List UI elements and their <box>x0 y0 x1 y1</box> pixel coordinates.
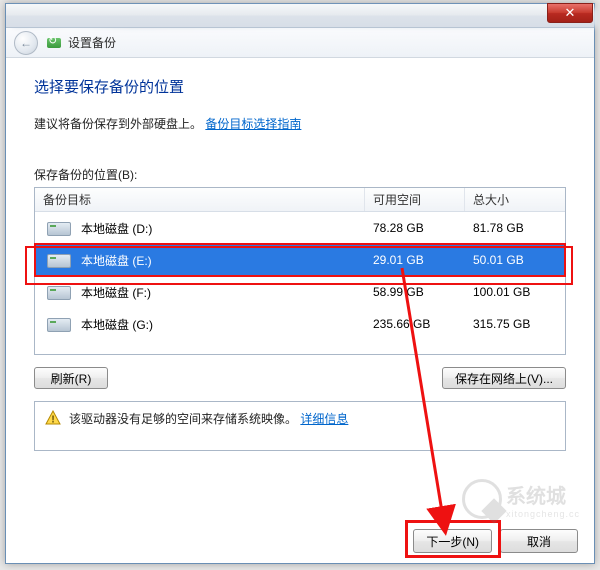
watermark-text: 系统城 <box>506 480 580 509</box>
warning-icon: ! <box>45 410 61 426</box>
drive-row[interactable]: 本地磁盘 (D:)78.28 GB81.78 GB <box>35 212 565 244</box>
drive-row[interactable]: 本地磁盘 (G:)235.66 GB315.75 GB <box>35 308 565 340</box>
col-header-total[interactable]: 总大小 <box>465 188 565 211</box>
content-area: 选择要保存备份的位置 建议将备份保存到外部硬盘上。 备份目标选择指南 保存备份的… <box>6 58 594 465</box>
watermark-logo-icon <box>462 479 502 519</box>
backup-icon <box>46 35 62 51</box>
titlebar: ✕ <box>6 4 594 28</box>
drive-icon <box>45 314 73 334</box>
page-title: 选择要保存备份的位置 <box>34 76 566 97</box>
close-button[interactable]: ✕ <box>547 3 593 23</box>
dialog-window: ✕ ← 设置备份 选择要保存备份的位置 建议将备份保存到外部硬盘上。 备份目标选… <box>5 3 595 564</box>
drive-name: 本地磁盘 (G:) <box>81 316 365 333</box>
warning-message: 该驱动器没有足够的空间来存储系统映像。 <box>69 412 297 426</box>
guide-link[interactable]: 备份目标选择指南 <box>205 117 301 131</box>
header-title: 设置备份 <box>68 34 116 51</box>
drive-icon <box>45 218 73 238</box>
drive-total: 81.78 GB <box>465 221 565 235</box>
location-label: 保存备份的位置(B): <box>34 166 566 183</box>
drive-row[interactable]: 本地磁盘 (E:)29.01 GB50.01 GB <box>35 244 565 276</box>
header-bar: ← 设置备份 <box>6 28 594 58</box>
drive-free: 235.66 GB <box>365 317 465 331</box>
drive-free: 29.01 GB <box>365 253 465 267</box>
drive-icon <box>45 282 73 302</box>
back-button[interactable]: ← <box>14 31 38 55</box>
instruction-text: 建议将备份保存到外部硬盘上。 备份目标选择指南 <box>34 115 566 132</box>
warning-box: ! 该驱动器没有足够的空间来存储系统映像。 详细信息 <box>34 401 566 451</box>
table-header: 备份目标 可用空间 总大小 <box>35 188 565 212</box>
details-link[interactable]: 详细信息 <box>300 412 348 426</box>
cancel-button[interactable]: 取消 <box>500 529 578 553</box>
next-button[interactable]: 下一步(N) <box>413 529 492 553</box>
save-network-button[interactable]: 保存在网络上(V)... <box>442 367 566 389</box>
drive-table: 备份目标 可用空间 总大小 本地磁盘 (D:)78.28 GB81.78 GB本… <box>34 187 566 355</box>
svg-text:!: ! <box>51 415 54 426</box>
drive-total: 50.01 GB <box>465 253 565 267</box>
drive-total: 315.75 GB <box>465 317 565 331</box>
drive-total: 100.01 GB <box>465 285 565 299</box>
watermark-sub: xitongcheng.cc <box>506 509 580 519</box>
instruction-label: 建议将备份保存到外部硬盘上。 <box>34 117 202 131</box>
refresh-button[interactable]: 刷新(R) <box>34 367 108 389</box>
drive-free: 58.99 GB <box>365 285 465 299</box>
drive-rows-container: 本地磁盘 (D:)78.28 GB81.78 GB本地磁盘 (E:)29.01 … <box>35 212 565 340</box>
col-header-target[interactable]: 备份目标 <box>35 188 365 211</box>
footer-buttons: 下一步(N) 取消 <box>413 529 578 553</box>
drive-name: 本地磁盘 (E:) <box>81 252 365 269</box>
watermark: 系统城 xitongcheng.cc <box>462 479 580 519</box>
col-header-free[interactable]: 可用空间 <box>365 188 465 211</box>
middle-button-row: 刷新(R) 保存在网络上(V)... <box>34 367 566 389</box>
drive-name: 本地磁盘 (F:) <box>81 284 365 301</box>
drive-row[interactable]: 本地磁盘 (F:)58.99 GB100.01 GB <box>35 276 565 308</box>
drive-free: 78.28 GB <box>365 221 465 235</box>
drive-name: 本地磁盘 (D:) <box>81 220 365 237</box>
warning-text: 该驱动器没有足够的空间来存储系统映像。 详细信息 <box>69 410 348 427</box>
drive-icon <box>45 250 73 270</box>
